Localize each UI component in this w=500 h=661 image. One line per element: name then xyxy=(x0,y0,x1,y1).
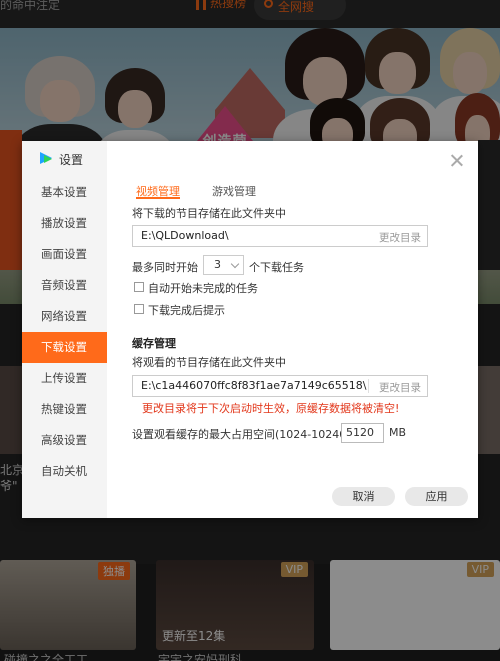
change-cache-dir-button[interactable]: 更改目录 xyxy=(379,380,421,395)
dialog-title: 设置 xyxy=(59,153,84,167)
nav-advanced[interactable]: 高级设置 xyxy=(22,425,107,456)
nav-auto-shutdown[interactable]: 自动关机 xyxy=(22,456,107,487)
active-tab-underline xyxy=(136,197,180,199)
nav-network[interactable]: 网络设置 xyxy=(22,301,107,332)
cache-unit: MB xyxy=(389,426,407,439)
nav-audio[interactable]: 音频设置 xyxy=(22,270,107,301)
auto-resume-label: 自动开始未完成的任务 xyxy=(148,282,258,295)
settings-sidebar: 设置 基本设置 播放设置 画面设置 音频设置 网络设置 下载设置 上传设置 热键… xyxy=(22,141,107,518)
notify-done-label: 下载完成后提示 xyxy=(148,304,225,317)
download-folder-field[interactable]: E:\QLDownload\ 更改目录 xyxy=(132,225,428,247)
concurrent-suffix: 个下载任务 xyxy=(249,261,304,274)
download-folder-label: 将下载的节目存储在此文件夹中 xyxy=(132,207,286,220)
nav-playback[interactable]: 播放设置 xyxy=(22,208,107,239)
nav-download[interactable]: 下载设置 xyxy=(22,332,107,363)
notify-done-checkbox[interactable] xyxy=(134,304,144,314)
nav-hotkeys[interactable]: 热键设置 xyxy=(22,394,107,425)
cache-folder-label: 将观看的节目存储在此文件夹中 xyxy=(132,356,286,369)
nav-basic[interactable]: 基本设置 xyxy=(22,177,107,208)
cache-max-space-label: 设置观看缓存的最大占用空间(1024-10240) xyxy=(132,428,351,441)
cache-max-space-value: 5120 xyxy=(346,426,374,439)
settings-dialog: 设置 基本设置 播放设置 画面设置 音频设置 网络设置 下载设置 上传设置 热键… xyxy=(22,141,478,518)
concurrent-prefix: 最多同时开始 xyxy=(132,261,198,274)
close-icon[interactable] xyxy=(449,153,465,169)
cache-folder-path: E:\c1a446070ffc8f83f1ae7a7149c65518\ xyxy=(141,379,367,392)
cancel-button[interactable]: 取消 xyxy=(332,487,395,506)
concurrent-downloads-value: 3 xyxy=(214,258,221,271)
change-download-dir-button[interactable]: 更改目录 xyxy=(379,230,421,245)
nav-display[interactable]: 画面设置 xyxy=(22,239,107,270)
apply-button[interactable]: 应用 xyxy=(405,487,468,506)
cache-section-title: 缓存管理 xyxy=(132,337,176,350)
chevron-down-icon xyxy=(230,259,240,269)
download-folder-path: E:\QLDownload\ xyxy=(141,229,229,242)
cache-max-space-input[interactable]: 5120 xyxy=(341,423,384,443)
tab-game-management[interactable]: 游戏管理 xyxy=(212,183,256,199)
cache-folder-field[interactable]: E:\c1a446070ffc8f83f1ae7a7149c65518\ 更改目… xyxy=(132,375,428,397)
concurrent-downloads-select[interactable]: 3 xyxy=(203,255,244,275)
cache-warning: 更改目录将于下次启动时生效，原缓存数据将被清空! xyxy=(142,402,400,415)
field-divider xyxy=(368,379,369,393)
nav-upload[interactable]: 上传设置 xyxy=(22,363,107,394)
auto-resume-checkbox[interactable] xyxy=(134,282,144,292)
